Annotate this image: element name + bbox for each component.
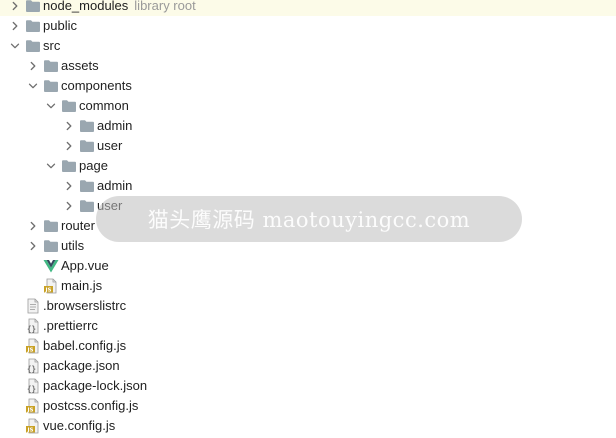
- library-root-hint: library root: [134, 0, 196, 13]
- tree-file-row[interactable]: JS main.js: [0, 276, 616, 296]
- folder-icon: [78, 176, 96, 196]
- tree-folder-row[interactable]: components: [0, 76, 616, 96]
- tree-file-row[interactable]: {} package.json: [0, 356, 616, 376]
- tree-folder-row[interactable]: user: [0, 196, 616, 216]
- js-file-icon: JS: [42, 276, 60, 296]
- tree-item-label: admin: [97, 118, 133, 133]
- chevron-right-icon[interactable]: [24, 236, 42, 256]
- tree-item-label: page: [79, 158, 108, 173]
- chevron-right-icon[interactable]: [6, 16, 24, 36]
- tree-item-label: common: [79, 98, 129, 113]
- folder-icon: [24, 36, 42, 56]
- tree-file-row[interactable]: JS postcss.config.js: [0, 396, 616, 416]
- tree-item-label: node_modules: [43, 0, 129, 13]
- tree-file-row[interactable]: {} .prettierrc: [0, 316, 616, 336]
- tree-item-label: package.json: [43, 358, 120, 373]
- json-config-file-icon: {}: [24, 316, 42, 336]
- tree-item-label: user: [97, 138, 123, 153]
- svg-text:JS: JS: [26, 427, 33, 433]
- tree-item-label: admin: [97, 178, 133, 193]
- tree-item-label: package-lock.json: [43, 378, 148, 393]
- chevron-down-icon[interactable]: [42, 96, 60, 116]
- tree-folder-row[interactable]: router: [0, 216, 616, 236]
- tree-folder-row[interactable]: user: [0, 136, 616, 156]
- js-file-icon: JS: [24, 416, 42, 436]
- tree-folder-row[interactable]: src: [0, 36, 616, 56]
- chevron-down-icon[interactable]: [42, 156, 60, 176]
- svg-text:{}: {}: [27, 325, 36, 334]
- tree-item-label: utils: [61, 238, 85, 253]
- tree-folder-row[interactable]: utils: [0, 236, 616, 256]
- chevron-down-icon[interactable]: [24, 76, 42, 96]
- folder-icon: [24, 16, 42, 36]
- folder-icon: [42, 76, 60, 96]
- tree-item-label: router: [61, 218, 95, 233]
- chevron-right-icon[interactable]: [60, 116, 78, 136]
- tree-folder-row[interactable]: node_modules library root: [0, 0, 616, 16]
- folder-icon: [60, 156, 78, 176]
- chevron-placeholder: [24, 276, 42, 296]
- chevron-right-icon[interactable]: [24, 56, 42, 76]
- svg-text:JS: JS: [44, 287, 51, 293]
- tree-item-label: user: [97, 198, 123, 213]
- tree-item-label: .prettierrc: [43, 318, 98, 333]
- tree-item-label: babel.config.js: [43, 338, 127, 353]
- tree-folder-row[interactable]: assets: [0, 56, 616, 76]
- svg-text:{}: {}: [27, 365, 36, 374]
- folder-icon: [78, 196, 96, 216]
- vue-file-icon: [42, 256, 60, 276]
- json-config-file-icon: {}: [24, 356, 42, 376]
- folder-icon: [60, 96, 78, 116]
- chevron-placeholder: [6, 416, 24, 436]
- tree-folder-row[interactable]: admin: [0, 116, 616, 136]
- project-file-tree: node_modules library root public src assets c…: [0, 0, 616, 438]
- chevron-right-icon[interactable]: [60, 196, 78, 216]
- tree-item-label: main.js: [61, 278, 103, 293]
- tree-item-label: .browserslistrc: [43, 298, 127, 313]
- chevron-right-icon[interactable]: [60, 176, 78, 196]
- chevron-right-icon[interactable]: [60, 136, 78, 156]
- tree-file-row[interactable]: {} package-lock.json: [0, 376, 616, 396]
- tree-file-row[interactable]: JS babel.config.js: [0, 336, 616, 356]
- chevron-placeholder: [6, 356, 24, 376]
- tree-item-label: postcss.config.js: [43, 398, 139, 413]
- chevron-down-icon[interactable]: [6, 36, 24, 56]
- tree-folder-row[interactable]: common: [0, 96, 616, 116]
- tree-file-row[interactable]: .browserslistrc: [0, 296, 616, 316]
- tree-item-label: assets: [61, 58, 99, 73]
- tree-item-label: src: [43, 38, 61, 53]
- js-file-icon: JS: [24, 336, 42, 356]
- tree-item-label: public: [43, 18, 77, 33]
- chevron-placeholder: [6, 296, 24, 316]
- chevron-placeholder: [6, 376, 24, 396]
- folder-icon: [42, 216, 60, 236]
- json-config-file-icon: {}: [24, 376, 42, 396]
- tree-file-row[interactable]: JS vue.config.js: [0, 416, 616, 436]
- tree-folder-row[interactable]: page: [0, 156, 616, 176]
- tree-item-label: App.vue: [61, 258, 109, 273]
- folder-icon: [42, 236, 60, 256]
- chevron-placeholder: [6, 316, 24, 336]
- svg-text:JS: JS: [26, 407, 33, 413]
- chevron-placeholder: [6, 336, 24, 356]
- tree-folder-row[interactable]: public: [0, 16, 616, 36]
- folder-icon: [24, 0, 42, 16]
- chevron-right-icon[interactable]: [6, 0, 24, 16]
- tree-file-row[interactable]: App.vue: [0, 256, 616, 276]
- text-file-icon: [24, 296, 42, 316]
- tree-item-label: vue.config.js: [43, 418, 116, 433]
- folder-icon: [78, 116, 96, 136]
- chevron-placeholder: [24, 256, 42, 276]
- tree-folder-row[interactable]: admin: [0, 176, 616, 196]
- tree-item-label: components: [61, 78, 132, 93]
- svg-text:JS: JS: [26, 347, 33, 353]
- js-file-icon: JS: [24, 396, 42, 416]
- svg-text:{}: {}: [27, 385, 36, 394]
- folder-icon: [42, 56, 60, 76]
- chevron-placeholder: [6, 396, 24, 416]
- folder-icon: [78, 136, 96, 156]
- chevron-right-icon[interactable]: [24, 216, 42, 236]
